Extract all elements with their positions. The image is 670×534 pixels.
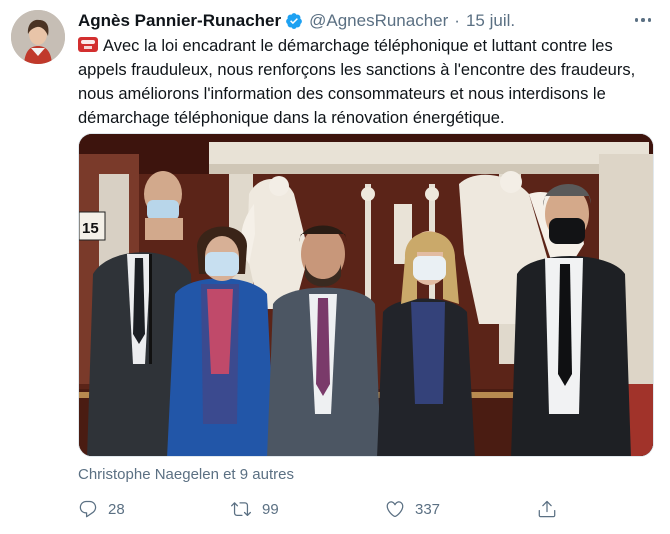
heart-icon [386, 501, 404, 518]
retweet-icon [231, 502, 251, 517]
telephone-emoji-icon [78, 37, 98, 52]
tweet-card[interactable]: Agnès Pannier-Runacher @AgnesRunacher · … [0, 0, 670, 534]
reply-icon [79, 500, 97, 518]
more-options-icon[interactable] [632, 10, 654, 30]
tweet-actions: 28 99 337 [78, 497, 658, 521]
author-avatar[interactable] [11, 10, 65, 64]
liked-by-line[interactable]: Christophe Naegelen et 9 autres [78, 466, 294, 483]
share-icon [538, 500, 556, 518]
retweet-button[interactable]: 99 [230, 497, 279, 521]
tweet-text: Avec la loi encadrant le démarchage télé… [78, 34, 663, 130]
like-count: 337 [415, 500, 441, 518]
separator-dot: · [454, 11, 460, 30]
share-button[interactable] [537, 497, 567, 521]
tweet-header: Agnès Pannier-Runacher @AgnesRunacher · … [78, 10, 515, 32]
reply-button[interactable]: 28 [78, 497, 125, 521]
seat-number-sign: 15 [82, 220, 99, 237]
reply-count: 28 [108, 500, 125, 518]
author-name[interactable]: Agnès Pannier-Runacher [78, 11, 281, 31]
tweet-photo[interactable]: 15 [78, 133, 654, 457]
tweet-date[interactable]: 15 juil. [466, 11, 515, 31]
like-button[interactable]: 337 [385, 497, 440, 521]
retweet-count: 99 [262, 500, 279, 518]
verified-badge-icon [285, 12, 303, 30]
author-handle[interactable]: @AgnesRunacher [309, 11, 448, 31]
tweet-text-content: Avec la loi encadrant le démarchage télé… [78, 37, 636, 127]
